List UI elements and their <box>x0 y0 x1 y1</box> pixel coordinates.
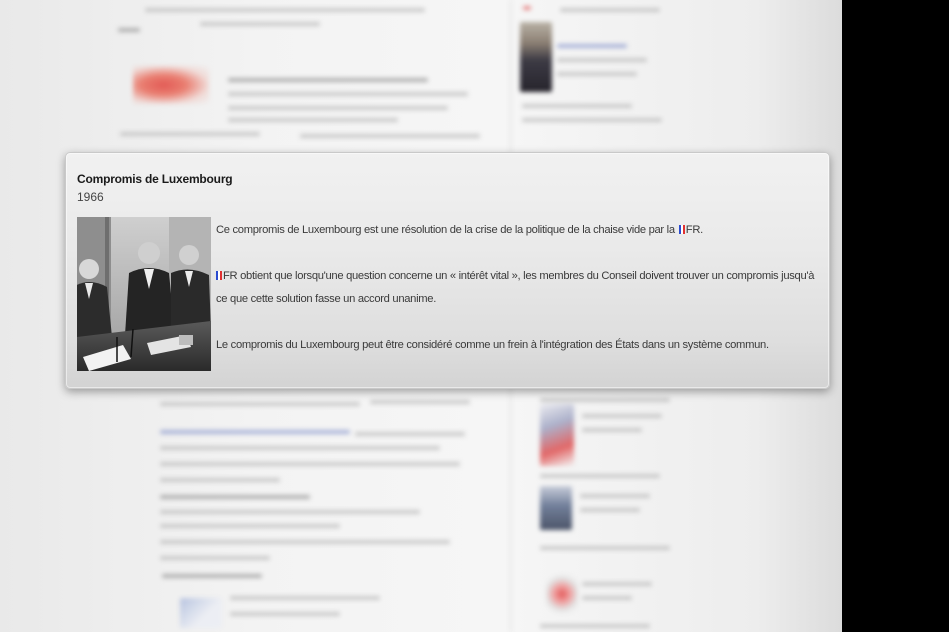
historical-photo <box>77 217 211 371</box>
paragraph-3: Le compromis du Luxembourg peut être con… <box>216 334 816 357</box>
paragraph-1-text: Ce compromis de Luxembourg est une résol… <box>216 224 675 236</box>
paragraph-2-text: obtient que lorsqu'une question concerne… <box>216 270 815 305</box>
card-year: 1966 <box>77 190 104 204</box>
paragraph-2: FR obtient que lorsqu'une question conce… <box>216 265 816 311</box>
paragraph-1-end: . <box>700 224 703 236</box>
info-card: Compromis de Luxembourg 1966 Ce compromi… <box>65 152 830 389</box>
paragraph-3-text: Le compromis du Luxembourg peut être con… <box>216 339 769 351</box>
country-code: FR <box>685 224 701 236</box>
right-black-margin <box>842 0 949 632</box>
french-flag-icon <box>678 225 685 234</box>
card-title: Compromis de Luxembourg <box>77 172 233 186</box>
screen: Compromis de Luxembourg 1966 Ce compromi… <box>0 0 949 632</box>
french-flag-icon <box>216 271 222 280</box>
paragraph-1: Ce compromis de Luxembourg est une résol… <box>216 219 816 242</box>
card-description: Ce compromis de Luxembourg est une résol… <box>216 219 816 357</box>
country-code: FR <box>223 270 238 282</box>
photo-image <box>77 217 211 371</box>
